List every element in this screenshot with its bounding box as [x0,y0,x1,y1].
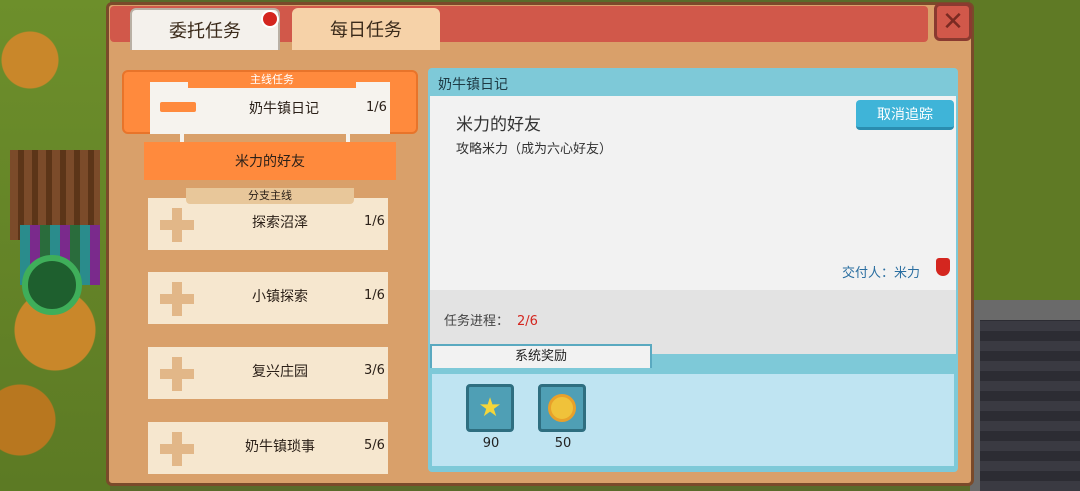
reward-item[interactable]: 50 [538,384,588,451]
portal-icon[interactable] [22,255,82,315]
star-icon: ★ [466,384,514,432]
notification-dot [261,10,279,28]
quest-description: 攻略米力（成为六心好友） [456,142,613,157]
quest-detail-panel: 奶牛镇日记 米力的好友 攻略米力（成为六心好友） 取消追踪 交付人：米力 任务进… [428,68,958,472]
card-header: 分支主线 [186,188,354,204]
quest-card-main[interactable]: 主线任务 奶牛镇日记 1/6 [122,70,418,134]
location-pin-icon[interactable] [936,258,950,276]
reward-amount: 50 [554,436,572,451]
quest-giver: 交付人：米力 [842,266,921,281]
progress-row: 任务进程： 2/6 [444,310,538,329]
close-icon: ✕ [942,7,964,37]
quest-name: 复兴庄园 [252,364,308,380]
subquest-item-selected[interactable]: 米力的好友 [144,142,396,180]
quest-card[interactable]: 分支主线 探索沼泽 1/6 [120,188,418,256]
quest-count: 1/6 [364,288,385,303]
rewards-box: ★ 90 50 [432,374,954,466]
card-header: 主线任务 [188,72,356,88]
scenery-right [970,0,1080,491]
reward-amount: 90 [482,436,500,451]
quest-name: 奶牛镇日记 [249,101,319,117]
quest-title: 米力的好友 [456,115,541,135]
scenery-left [0,0,110,491]
quest-name: 探索沼泽 [252,215,308,231]
tab-daily[interactable]: 每日任务 [292,8,440,50]
quest-list: 主线任务 奶牛镇日记 1/6 米力的好友 分支主线 探索沼泽 1/6 小镇探索 … [120,66,420,480]
quest-name: 小镇探索 [252,289,308,305]
quest-count: 1/6 [366,100,387,115]
quest-card[interactable]: 复兴庄园 3/6 [120,339,418,405]
detail-title: 奶牛镇日记 [438,77,508,93]
reward-item[interactable]: ★ 90 [466,384,516,451]
quest-count: 3/6 [364,363,385,378]
quest-card[interactable]: 奶牛镇琐事 5/6 [120,414,418,480]
tab-label: 委托任务 [169,21,241,42]
rewards-tab: 系统奖励 [430,344,652,368]
tab-commission[interactable]: 委托任务 [130,8,280,50]
quest-count: 5/6 [364,438,385,453]
progress-value: 2/6 [517,314,538,329]
progress-label: 任务进程： [444,314,510,329]
quest-count: 1/6 [364,214,385,229]
tab-label: 每日任务 [330,20,402,41]
subquest-label: 米力的好友 [235,154,305,170]
roof-decoration [980,320,1080,491]
untrack-button[interactable]: 取消追踪 [856,100,954,130]
quest-name: 奶牛镇琐事 [245,439,315,455]
coin-icon [538,384,586,432]
close-button[interactable]: ✕ [934,3,972,41]
quest-card[interactable]: 小镇探索 1/6 [120,264,418,330]
